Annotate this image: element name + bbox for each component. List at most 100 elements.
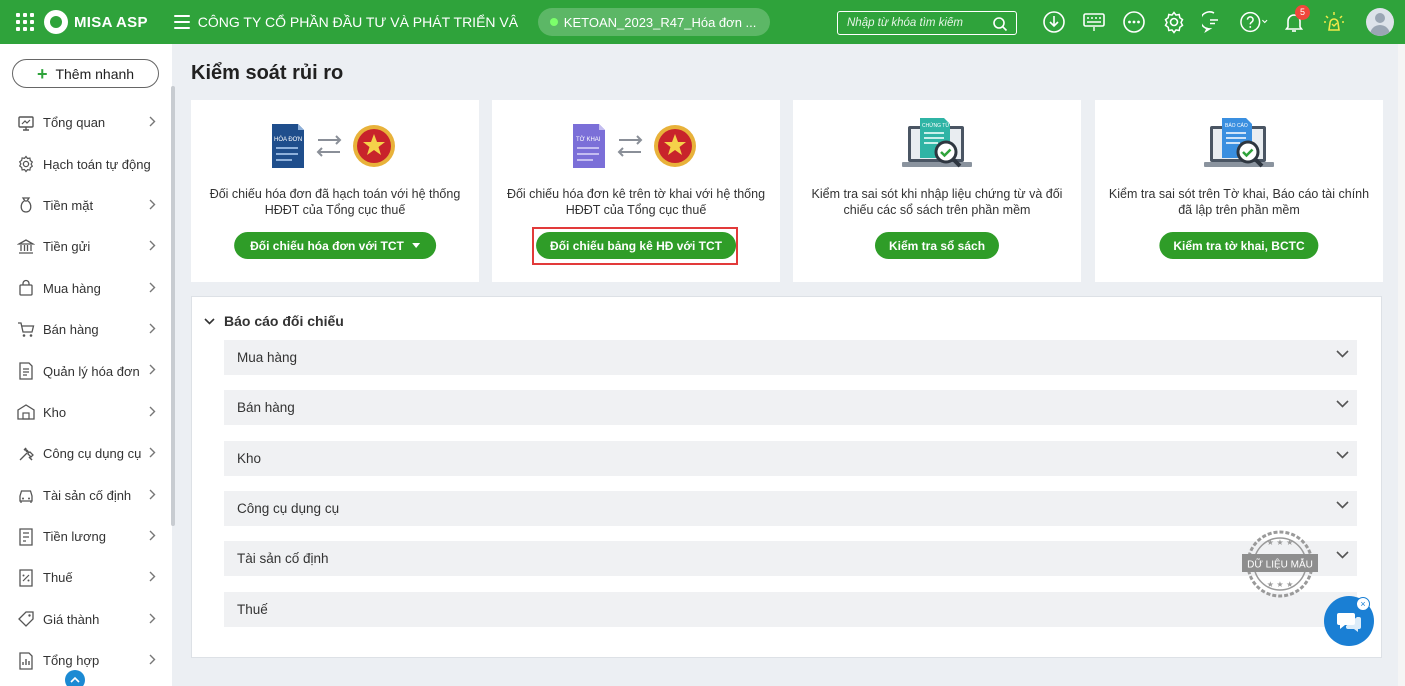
sidebar-item-bank[interactable]: Tiền gửi [0, 226, 172, 267]
compare-invoice-tct-button[interactable]: Đối chiếu hóa đơn với TCT [234, 232, 436, 259]
database-name: KETOAN_2023_R47_Hóa đơn ... [563, 14, 757, 30]
idea-lightbulb-icon[interactable] [1320, 8, 1348, 36]
sidebar-item-price-tag[interactable]: Giá thành [0, 599, 172, 640]
search-icon[interactable] [992, 16, 1008, 32]
report-section: Báo cáo đối chiếu Mua hàng Bán hàng Kho Côn… [191, 296, 1382, 658]
chevron-down-icon[interactable] [1336, 501, 1349, 509]
database-selector[interactable]: KETOAN_2023_R47_Hóa đơn ... [537, 8, 771, 36]
sidebar-item-label: Kho [43, 404, 67, 420]
chevron-down-icon[interactable] [1336, 350, 1349, 358]
sidebar-item-monitor[interactable]: Tổng quan [0, 102, 172, 143]
chevron-down-icon[interactable] [1336, 400, 1349, 408]
report-group-label: Tài sản cố định [237, 551, 329, 567]
car-icon [17, 486, 35, 504]
search-input[interactable] [847, 17, 987, 29]
stamp-text: DỮ LIỆU MẪU [1247, 558, 1313, 571]
tools-icon [17, 445, 35, 463]
apps-grid-icon[interactable] [14, 11, 36, 33]
main-scrollbar[interactable] [1398, 44, 1405, 686]
report-section-header[interactable]: Báo cáo đối chiếu [204, 313, 344, 329]
logo-text: MISA ASP [74, 13, 148, 31]
sidebar-item-money-bag[interactable]: Tiền mặt [0, 185, 172, 226]
sidebar-item-shopping-bag[interactable]: Mua hàng [0, 268, 172, 309]
monitor-icon [17, 114, 35, 132]
sidebar-item-label: Quản lý hóa đơn [43, 363, 140, 379]
chevron-right-icon [149, 323, 156, 334]
card-description: Kiểm tra sai sót trên Tờ khai, Báo cáo t… [1108, 187, 1370, 217]
report-section-title: Báo cáo đối chiếu [224, 313, 344, 329]
sidebar-scrollbar[interactable] [171, 86, 175, 526]
sidebar-item-label: Tiền gửi [43, 239, 91, 255]
report-group-label: Công cụ dụng cụ [237, 500, 340, 516]
chevron-down-icon[interactable] [1336, 451, 1349, 459]
sidebar-item-payroll[interactable]: Tiền lương [0, 516, 172, 557]
svg-text:★ ★ ★: ★ ★ ★ [1267, 580, 1294, 589]
chevron-right-icon [149, 613, 156, 624]
report-group-row[interactable]: Mua hàng [224, 340, 1357, 375]
sample-data-stamp: DỮ LIỆU MẪU ★ ★ ★ ★ ★ ★ [1242, 530, 1318, 598]
sidebar-item-label: Tổng hợp [43, 653, 100, 669]
card-description: Đối chiếu hóa đơn kê trên tờ khai với hệ… [506, 187, 766, 217]
check-reports-illustration: BÁO CÁO [1095, 118, 1383, 174]
bank-icon [17, 238, 35, 256]
quick-add-label: Thêm nhanh [55, 65, 135, 82]
svg-text:★ ★ ★: ★ ★ ★ [1267, 538, 1294, 547]
card-description: Đối chiếu hóa đơn đã hạch toán với hệ th… [209, 187, 461, 217]
notification-bell-icon[interactable]: 5 [1280, 5, 1310, 36]
misa-logo-icon [44, 10, 68, 34]
menu-icon[interactable] [173, 15, 190, 29]
report-group-row[interactable]: Bán hàng [224, 390, 1357, 426]
check-books-button[interactable]: Kiểm tra sổ sách [874, 232, 1000, 259]
sidebar-item-label: Tài sản cố định [43, 487, 132, 503]
check-books-illustration: CHỨNG TỪ [793, 118, 1081, 174]
sidebar-nav: Tổng quan Hạch toán tự động Tiền mặt Tiền g… [0, 102, 172, 681]
sidebar-item-tax[interactable]: Thuế [0, 557, 172, 598]
button-label: Đối chiếu hóa đơn với TCT [250, 238, 404, 253]
more-icon[interactable] [1120, 8, 1148, 36]
sidebar-item-label: Công cụ dụng cụ [43, 446, 142, 462]
payroll-icon [17, 527, 35, 546]
close-chat-icon[interactable]: × [1356, 597, 1370, 611]
logo[interactable]: MISA ASP [44, 10, 148, 34]
sidebar-item-gear[interactable]: Hạch toán tự động [0, 143, 172, 184]
chevron-down-icon[interactable] [1336, 551, 1349, 559]
status-dot-icon [549, 18, 558, 26]
sidebar-item-warehouse[interactable]: Kho [0, 392, 172, 433]
chevron-right-icon [149, 199, 156, 210]
check-declarations-reports-button[interactable]: Kiểm tra tờ khai, BCTC [1159, 232, 1319, 259]
report-group-label: Kho [237, 450, 262, 466]
keyboard-icon[interactable] [1080, 8, 1108, 36]
chat-bubble-icon[interactable] [1200, 8, 1228, 36]
sidebar-item-tools[interactable]: Công cụ dụng cụ [0, 433, 172, 474]
card-check-books: CHỨNG TỪ Kiểm tra sai sót khi nhập liệu … [793, 100, 1081, 282]
voucher-doc-label: CHỨNG TỪ [922, 122, 950, 129]
quick-add-button[interactable]: + Thêm nhanh [12, 59, 159, 88]
notification-badge: 5 [1295, 5, 1310, 20]
search-box [837, 11, 1017, 35]
report-group-row[interactable]: Công cụ dụng cụ [224, 490, 1357, 526]
settings-gear-icon[interactable] [1160, 8, 1188, 36]
warehouse-icon [17, 403, 35, 421]
chevron-right-icon [149, 406, 156, 417]
plus-icon: + [36, 63, 48, 84]
sidebar-item-invoice[interactable]: Quản lý hóa đơn [0, 350, 172, 391]
company-name[interactable]: CÔNG TY CỔ PHẦN ĐẦU TƯ VÀ PHÁT TRIỂN VÂN… [198, 14, 518, 30]
chevron-right-icon [149, 116, 156, 127]
report-group-row[interactable]: Thuế [224, 591, 1357, 627]
chat-icon [1337, 613, 1361, 632]
sidebar-item-cart[interactable]: Bán hàng [0, 309, 172, 350]
chevron-down-icon [204, 317, 215, 325]
sidebar-item-summary[interactable]: Tổng hợp [0, 640, 172, 681]
sidebar-item-label: Mua hàng [43, 280, 101, 296]
cart-icon [17, 321, 35, 339]
user-avatar[interactable] [1366, 8, 1394, 36]
invoice-vs-tax-authority-illustration: HÓA ĐƠN [191, 118, 479, 174]
scroll-up-icon[interactable] [65, 670, 85, 686]
sidebar: + Thêm nhanh Tổng quan Hạch toán tự động T… [0, 44, 172, 686]
sidebar-item-car[interactable]: Tài sản cố định [0, 475, 172, 516]
download-icon[interactable] [1040, 8, 1068, 36]
help-icon[interactable] [1240, 8, 1268, 36]
report-group-row[interactable]: Tài sản cố định [224, 541, 1357, 577]
tax-icon [17, 569, 35, 587]
report-group-row[interactable]: Kho [224, 440, 1357, 476]
